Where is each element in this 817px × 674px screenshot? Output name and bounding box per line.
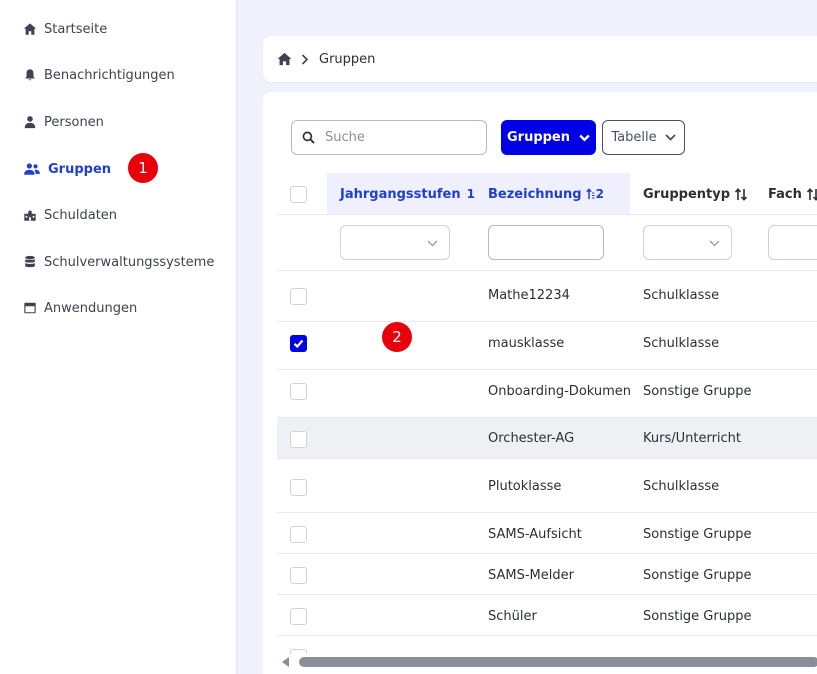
sort-ascending-icon	[464, 193, 466, 195]
cell-gruppentyp: Sonstige Gruppe	[643, 527, 752, 542]
divider	[277, 321, 817, 322]
divider	[277, 270, 817, 271]
sort-order: 1	[466, 187, 475, 201]
sidebar-item-schuldaten[interactable]: Schuldaten	[22, 203, 117, 227]
column-header-bezeichnung[interactable]: Bezeichnung 2	[475, 173, 630, 215]
sort-order: 2	[595, 187, 604, 201]
view-select-button[interactable]: Tabelle	[602, 120, 685, 155]
divider	[277, 594, 817, 595]
filter-jahrgangsstufen-select[interactable]	[340, 225, 450, 260]
cell-bezeichnung[interactable]: Mathe12234	[488, 288, 570, 303]
breadcrumb: Gruppen	[263, 36, 817, 82]
sidebar-item-schulverwaltungssysteme[interactable]: Schulverwaltungssysteme	[22, 250, 214, 274]
sidebar-item-label: Benachrichtigungen	[44, 67, 175, 83]
sidebar-item-label: Startseite	[44, 21, 108, 37]
sort-icon	[806, 187, 817, 201]
filter-gruppentyp-select[interactable]	[643, 225, 732, 260]
sidebar-item-label: Anwendungen	[44, 300, 138, 316]
row-checkbox[interactable]	[290, 431, 307, 448]
cell-bezeichnung[interactable]: mausklasse	[488, 336, 564, 351]
sort-ascending-icon	[585, 188, 595, 199]
cell-bezeichnung[interactable]: SAMS-Aufsicht	[488, 527, 582, 542]
divider	[277, 417, 817, 418]
home-icon	[22, 21, 38, 37]
users-icon	[22, 161, 42, 177]
column-header-fach[interactable]: Fach	[768, 173, 817, 215]
filter-fach-select[interactable]	[768, 225, 817, 260]
cell-gruppentyp: Sonstige Gruppe	[643, 609, 752, 624]
cell-bezeichnung[interactable]: Onboarding-Dokumente	[488, 384, 631, 399]
database-icon	[22, 254, 38, 270]
chevron-down-icon	[427, 240, 438, 247]
scroll-left-icon[interactable]	[282, 657, 289, 667]
scrollbar-thumb[interactable]	[299, 657, 817, 667]
annotation-marker-2: 2	[382, 322, 412, 352]
horizontal-scrollbar[interactable]	[277, 654, 817, 670]
cell-gruppentyp: Schulklasse	[643, 336, 720, 351]
cell-gruppentyp: Schulklasse	[643, 479, 720, 494]
cell-gruppentyp: Sonstige Gruppe	[643, 568, 752, 583]
sidebar-item-benachrichtigungen[interactable]: Benachrichtigungen	[22, 63, 175, 87]
chevron-right-icon	[301, 53, 309, 65]
select-all-checkbox[interactable]	[290, 186, 307, 203]
checkmark-icon	[293, 339, 304, 349]
search-input[interactable]	[325, 130, 475, 145]
row-checkbox-checked[interactable]	[290, 335, 307, 352]
column-header-jahrgangsstufen[interactable]: Jahrgangsstufen 1	[327, 173, 475, 215]
cell-bezeichnung[interactable]: SAMS-Melder	[488, 568, 574, 583]
divider	[277, 369, 817, 370]
row-checkbox[interactable]	[290, 608, 307, 625]
row-checkbox[interactable]	[290, 526, 307, 543]
home-icon[interactable]	[277, 52, 292, 66]
row-checkbox[interactable]	[290, 479, 307, 496]
divider	[277, 553, 817, 554]
divider	[277, 214, 817, 215]
gruppen-menu-button[interactable]: Gruppen	[501, 120, 596, 155]
search-field[interactable]	[291, 120, 487, 155]
view-button-label: Tabelle	[611, 130, 657, 145]
cell-bezeichnung[interactable]: Schüler	[488, 609, 537, 624]
chevron-down-icon	[709, 240, 720, 247]
filter-bezeichnung-input[interactable]	[488, 225, 604, 260]
chevron-down-icon	[664, 134, 676, 141]
cell-bezeichnung[interactable]: Plutoklasse	[488, 479, 561, 494]
row-checkbox[interactable]	[290, 383, 307, 400]
bell-icon	[22, 67, 38, 83]
divider	[277, 512, 817, 513]
annotation-marker-1: 1	[128, 153, 158, 183]
cell-bezeichnung[interactable]: Orchester-AG	[488, 431, 574, 446]
sidebar-item-personen[interactable]: Personen	[22, 110, 104, 134]
sidebar-item-anwendungen[interactable]: Anwendungen	[22, 296, 137, 320]
cell-gruppentyp: Schulklasse	[643, 288, 720, 303]
cell-gruppentyp: Kurs/Unterricht	[643, 431, 742, 446]
column-header-label: Jahrgangsstufen	[340, 186, 461, 202]
window-icon	[22, 300, 38, 316]
sidebar-item-label: Gruppen	[48, 161, 112, 177]
divider	[277, 635, 817, 636]
breadcrumb-current: Gruppen	[319, 51, 376, 67]
sidebar-item-label: Schuldaten	[44, 207, 118, 223]
gruppen-button-label: Gruppen	[506, 130, 571, 145]
sidebar-item-label: Personen	[44, 114, 104, 130]
divider	[277, 458, 817, 459]
school-icon	[22, 207, 38, 223]
sidebar-item-startseite[interactable]: Startseite	[22, 17, 107, 41]
column-header-label: Gruppentyp	[643, 186, 731, 202]
chevron-down-icon	[579, 134, 590, 141]
sidebar-item-label: Schulverwaltungssysteme	[44, 254, 215, 270]
row-checkbox[interactable]	[290, 567, 307, 584]
person-icon	[22, 114, 38, 130]
search-icon	[302, 131, 315, 144]
sort-icon	[734, 187, 748, 201]
column-header-gruppentyp[interactable]: Gruppentyp	[643, 173, 748, 215]
cell-gruppentyp: Sonstige Gruppe	[643, 384, 752, 399]
sidebar: Startseite Benachrichtigungen Personen G…	[0, 0, 237, 674]
row-checkbox[interactable]	[290, 288, 307, 305]
column-header-label: Fach	[768, 186, 802, 202]
column-header-label: Bezeichnung	[488, 186, 582, 202]
sidebar-item-gruppen[interactable]: Gruppen	[22, 157, 111, 181]
